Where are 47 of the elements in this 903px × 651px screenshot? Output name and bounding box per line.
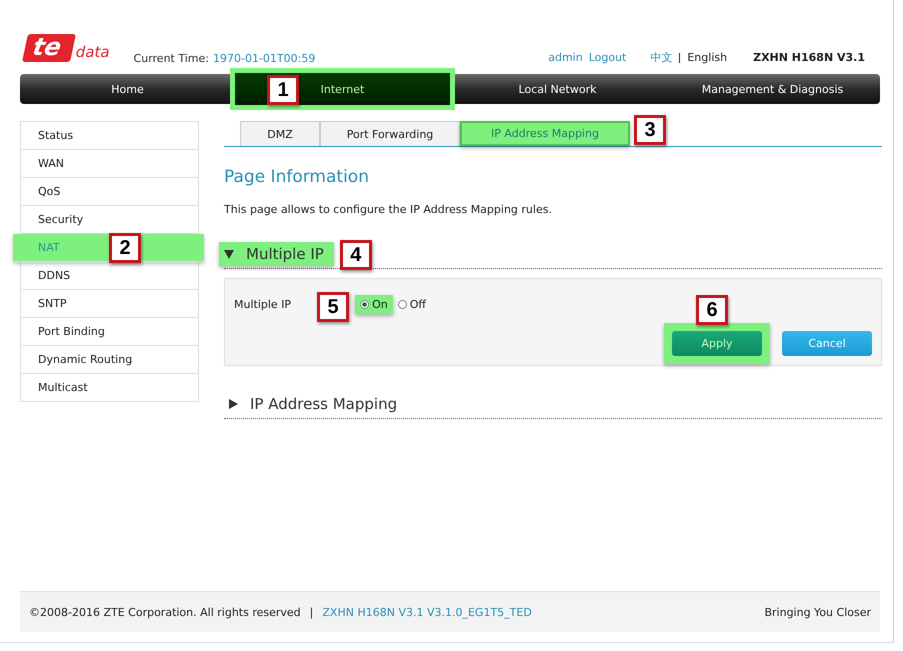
- nav-item[interactable]: Home: [20, 74, 235, 104]
- page-description: This page allows to configure the IP Address Mapping rules.: [224, 203, 553, 216]
- sidebar-item[interactable]: Security: [21, 206, 198, 233]
- tab[interactable]: Port Forwarding: [320, 121, 460, 146]
- section-header[interactable]: IP Address Mapping: [224, 392, 408, 416]
- tab[interactable]: IP Address Mapping: [460, 121, 630, 146]
- slogan-text: Bringing You Closer: [764, 606, 871, 618]
- radio-unchecked-icon[interactable]: [398, 300, 407, 309]
- callout-badge: 2: [109, 233, 141, 263]
- radio-checked-icon[interactable]: [360, 300, 370, 309]
- time-label: Current Time:: [134, 52, 209, 65]
- sidebar-item[interactable]: Dynamic Routing: [21, 346, 198, 373]
- page-title: Page Information: [224, 167, 370, 187]
- language-link[interactable]: English: [687, 51, 728, 64]
- user-link[interactable]: admin: [548, 51, 583, 64]
- sidebar-item[interactable]: SNTP: [21, 290, 198, 317]
- copyright-text: ©2008-2016 ZTE Corporation. All rights reserved: [29, 606, 301, 618]
- nav-item[interactable]: Local Network: [450, 74, 665, 104]
- section-header[interactable]: Multiple IP: [219, 242, 334, 266]
- callout-badge: 3: [634, 115, 666, 145]
- sidebar-item[interactable]: Multicast: [21, 374, 198, 401]
- section-title: IP Address Mapping: [250, 395, 398, 413]
- field-label: Multiple IP: [234, 298, 292, 311]
- section-title: Multiple IP: [246, 245, 324, 263]
- radio-option[interactable]: On: [355, 295, 393, 314]
- language-link[interactable]: 中文: [650, 50, 672, 65]
- tab[interactable]: DMZ: [240, 121, 320, 146]
- callout-badge: 4: [340, 240, 372, 270]
- callout-badge: 6: [696, 295, 728, 325]
- caret-down-icon: [224, 250, 234, 258]
- caret-right-icon: [229, 399, 238, 409]
- sidebar-item[interactable]: DDNS: [21, 262, 198, 289]
- sidebar-item[interactable]: WAN: [21, 150, 198, 177]
- callout-badge: 1: [267, 75, 299, 105]
- sidebar-item[interactable]: QoS: [21, 178, 198, 205]
- logo: te data: [25, 34, 110, 62]
- logout-link[interactable]: Logout: [588, 51, 626, 64]
- nav-item[interactable]: Management & Diagnosis: [665, 74, 880, 104]
- radio-label: Off: [410, 298, 426, 311]
- radio-label: On: [372, 298, 388, 311]
- time-value: 1970-01-01T00:59: [212, 52, 316, 65]
- callout-badge: 5: [317, 292, 350, 322]
- sidebar-item[interactable]: Port Binding: [21, 318, 198, 345]
- separator-text: |: [310, 606, 314, 618]
- radio-option[interactable]: Off: [392, 295, 431, 314]
- model-name: ZXHN H168N V3.1: [753, 51, 865, 64]
- sidebar-item[interactable]: Status: [21, 122, 198, 149]
